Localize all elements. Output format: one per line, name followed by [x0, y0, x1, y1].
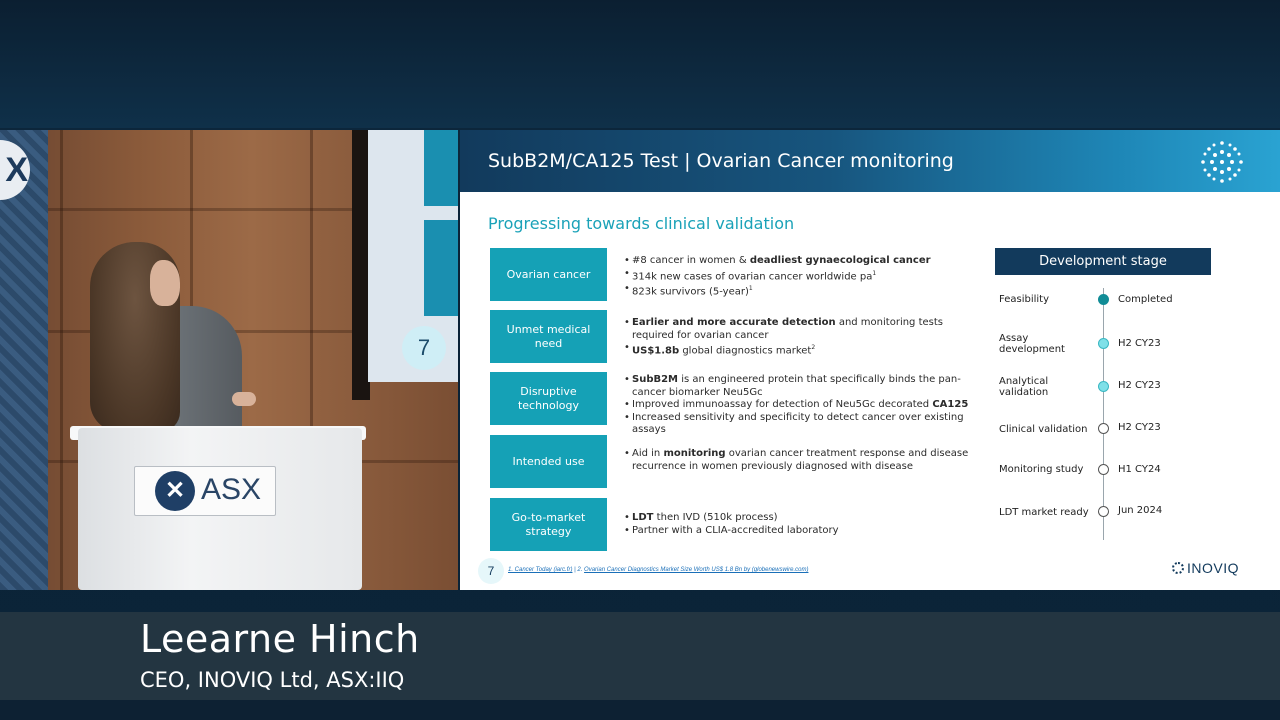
stage-dot-in-progress	[1098, 338, 1109, 349]
stage-status: H2 CY23	[1118, 380, 1161, 391]
inoviq-burst-icon	[1201, 141, 1243, 183]
stage-dot-pending	[1098, 464, 1109, 475]
stage-label-feasibility: Feasibility	[999, 294, 1049, 305]
row-label-unmet-need: Unmet medical need	[490, 310, 607, 363]
slide-subtitle: Progressing towards clinical validation	[488, 214, 795, 233]
wood-panel-seam	[60, 130, 63, 590]
inoviq-logo-icon	[1172, 562, 1184, 574]
inoviq-logo-text: INOVIQ	[1187, 560, 1240, 576]
stage-dot-completed	[1098, 294, 1109, 305]
points-unmet-need: Earlier and more accurate detection and …	[624, 317, 974, 358]
points-ovarian-cancer: #8 cancer in women & deadliest gynaecolo…	[624, 255, 974, 299]
stage-status: H2 CY23	[1118, 422, 1161, 433]
speaker-name: Leearne Hinch	[140, 617, 420, 661]
presentation-slide: SubB2M/CA125 Test | Ovarian Cancer monit…	[460, 130, 1280, 590]
stage-label-ldt-market-ready: LDT market ready	[999, 507, 1089, 518]
slide-page-number: 7	[478, 558, 504, 584]
points-disruptive-technology: SubB2M is an engineered protein that spe…	[624, 374, 974, 437]
speaker-role: CEO, INOVIQ Ltd, ASX:IIQ	[140, 668, 405, 692]
slide-references: 1. Cancer Today (iarc.fr) | 2. Ovarian C…	[508, 567, 808, 573]
stage-dot-pending	[1098, 506, 1109, 517]
timeline-line	[1103, 288, 1104, 540]
top-background-band	[0, 0, 1280, 128]
screen-page-number: 7	[402, 326, 446, 370]
reference-link[interactable]: 1. Cancer Today (iarc.fr)	[508, 567, 572, 573]
list-item: US$1.8b global diagnostics market2	[624, 342, 974, 358]
asx-logo-icon: ✕	[155, 471, 195, 511]
list-item: 314k new cases of ovarian cancer worldwi…	[624, 268, 974, 284]
stage-status: Completed	[1118, 294, 1173, 305]
stage-label-clinical-validation: Clinical validation	[999, 424, 1088, 435]
stage-status: H1 CY24	[1118, 464, 1161, 475]
speaker-video-feed: X 7 ✕ ASX	[0, 130, 458, 590]
speaker-hand	[232, 392, 256, 406]
row-label-intended-use: Intended use	[490, 435, 607, 488]
wall-logo: X	[0, 140, 30, 200]
reference-separator: | 2.	[572, 567, 585, 573]
list-item: SubB2M is an engineered protein that spe…	[624, 374, 974, 399]
stage-status: H2 CY23	[1118, 338, 1161, 349]
development-stage-heading: Development stage	[995, 248, 1211, 275]
stage-label-assay-development: Assay development	[999, 333, 1065, 355]
points-intended-use: Aid in monitoring ovarian cancer treatme…	[624, 448, 974, 473]
list-item: LDT then IVD (510k process)	[624, 512, 974, 525]
reference-link[interactable]: Ovarian Cancer Diagnostics Market Size W…	[584, 567, 808, 573]
points-go-to-market: LDT then IVD (510k process) Partner with…	[624, 512, 974, 537]
stage-label-monitoring-study: Monitoring study	[999, 464, 1084, 475]
inoviq-footer-logo: INOVIQ	[1172, 560, 1239, 576]
stage-label-analytical-validation: Analytical validation	[999, 376, 1049, 398]
row-label-disruptive-technology: Disruptive technology	[490, 372, 607, 425]
list-item: Partner with a CLIA-accredited laborator…	[624, 525, 974, 538]
list-item: Improved immunoassay for detection of Ne…	[624, 399, 974, 412]
asx-sign-text: ASX	[201, 473, 262, 506]
screen-slide-block	[424, 130, 458, 206]
slide-header: SubB2M/CA125 Test | Ovarian Cancer monit…	[460, 130, 1280, 192]
row-label-go-to-market: Go-to-market strategy	[490, 498, 607, 551]
bottom-strip	[0, 700, 1280, 720]
backdrop-wall: X	[0, 130, 48, 590]
row-label-ovarian-cancer: Ovarian cancer	[490, 248, 607, 301]
slide-title: SubB2M/CA125 Test | Ovarian Cancer monit…	[488, 150, 954, 172]
list-item: Increased sensitivity and specificity to…	[624, 412, 974, 437]
list-item: 823k survivors (5-year)1	[624, 283, 974, 299]
stage-dot-in-progress	[1098, 381, 1109, 392]
asx-podium-sign: ✕ ASX	[134, 466, 276, 516]
list-item: Earlier and more accurate detection and …	[624, 317, 974, 342]
stage-status: Jun 2024	[1118, 505, 1163, 516]
screen-slide-block	[424, 220, 458, 316]
stage-dot-pending	[1098, 423, 1109, 434]
list-item: #8 cancer in women & deadliest gynaecolo…	[624, 255, 974, 268]
list-item: Aid in monitoring ovarian cancer treatme…	[624, 448, 974, 473]
speaker-face	[150, 260, 180, 306]
